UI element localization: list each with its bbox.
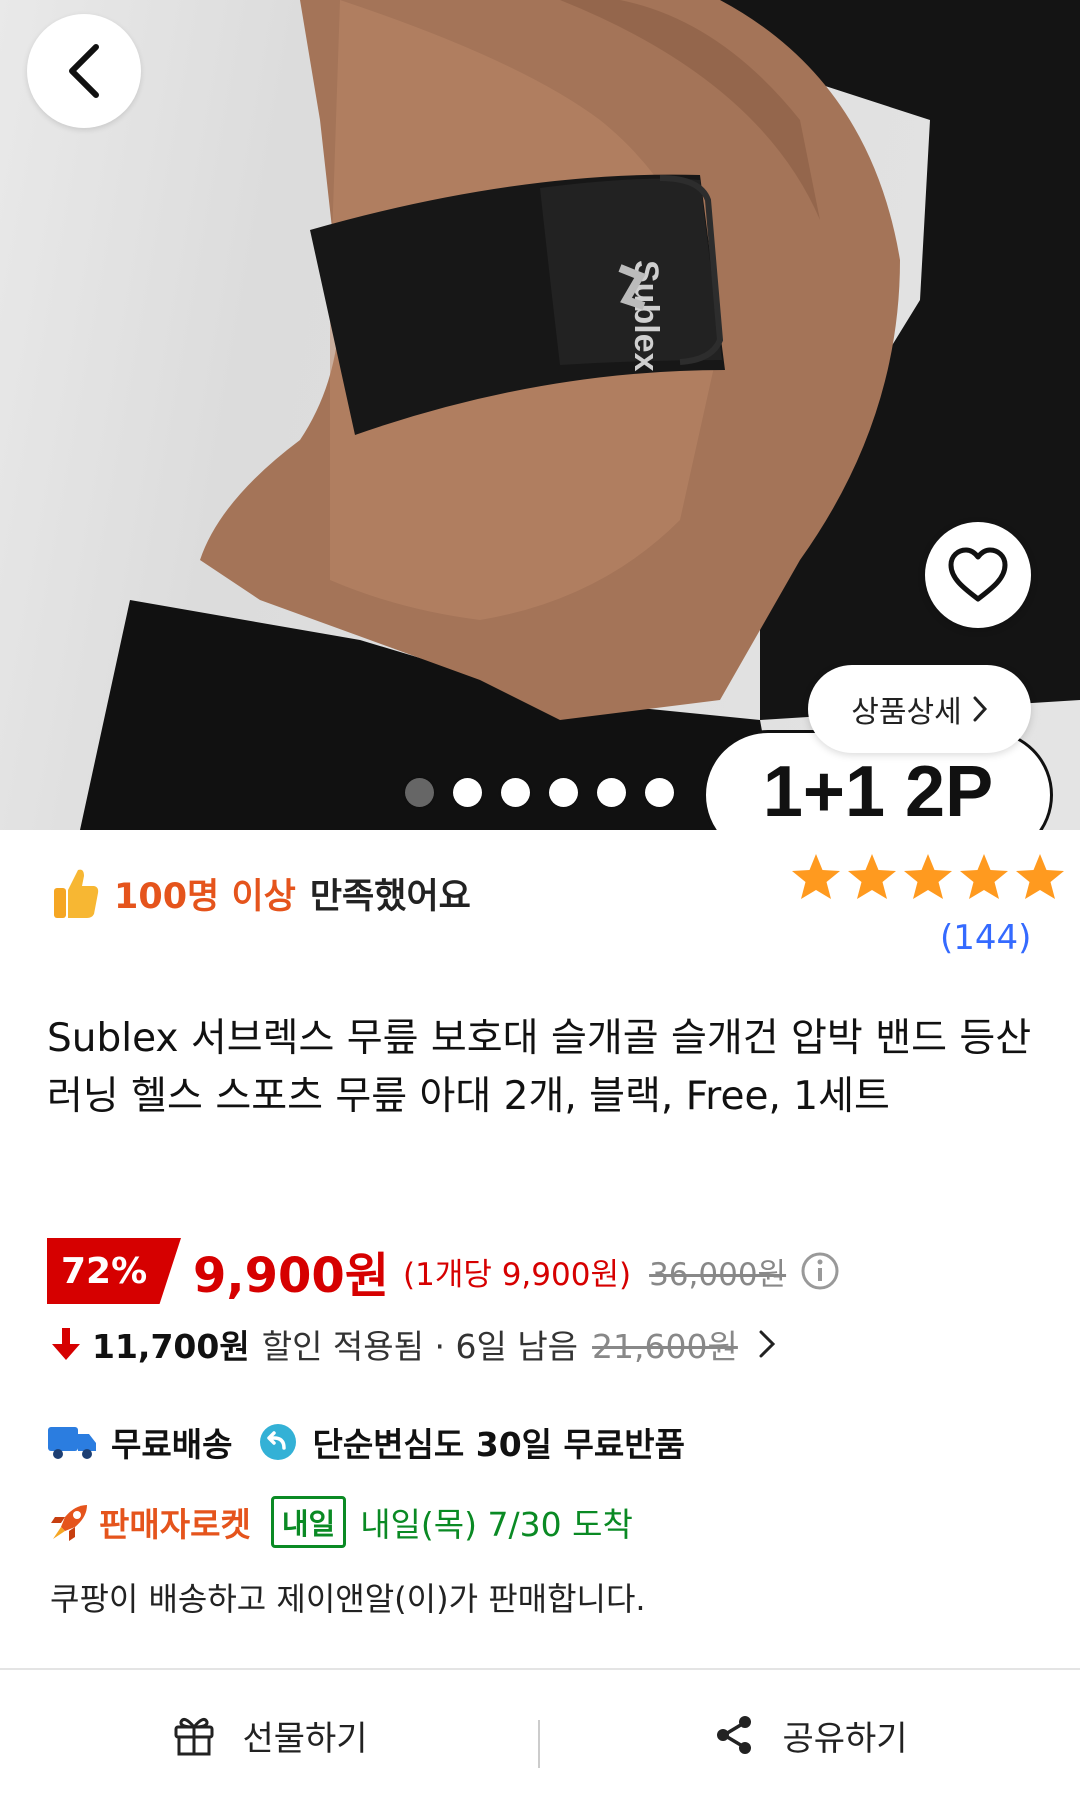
tomorrow-badge: 내일 bbox=[270, 1496, 347, 1548]
free-return-label: 단순변심도 30일 무료반품 bbox=[312, 1425, 685, 1464]
gift-button[interactable]: 선물하기 bbox=[0, 1670, 540, 1800]
carousel-dot[interactable] bbox=[405, 778, 434, 807]
discount-rate: 72% bbox=[61, 1250, 148, 1292]
share-icon bbox=[717, 1716, 752, 1754]
product-image-carousel[interactable]: Sublex 1+1 2P 상품상세 bbox=[0, 0, 1080, 830]
satisfaction-row: 100명 이상 만족했어요 bbox=[52, 866, 471, 920]
seller-rocket-label: 판매자로켓 bbox=[99, 1505, 251, 1544]
coupon-status-text: 할인 적용됨 · 6일 남음 bbox=[261, 1327, 579, 1366]
seller-info: 쿠팡이 배송하고 제이앤알(이)가 판매합니다. bbox=[50, 1580, 646, 1618]
share-label: 공유하기 bbox=[782, 1718, 908, 1759]
heart-icon bbox=[948, 547, 1008, 602]
bottom-separator bbox=[538, 1720, 540, 1768]
star-icon bbox=[848, 854, 896, 899]
rocket-delivery-row: 판매자로켓 내일 내일(목) 7/30 도착 bbox=[47, 1496, 633, 1548]
wishlist-button[interactable] bbox=[925, 522, 1031, 628]
info-icon[interactable] bbox=[800, 1251, 840, 1291]
unit-price: (1개당 9,900원) bbox=[403, 1256, 632, 1293]
free-shipping-label: 무료배송 bbox=[111, 1425, 233, 1464]
thumbs-up-icon bbox=[54, 869, 99, 918]
sale-price: 9,900원 bbox=[193, 1248, 389, 1304]
discount-badge: 72% bbox=[47, 1238, 181, 1304]
return-icon bbox=[260, 1424, 297, 1460]
satisfaction-suffix: 만족했어요 bbox=[309, 876, 471, 917]
star-rating[interactable] bbox=[790, 852, 1066, 902]
coupon-previous-price: 21,600원 bbox=[592, 1327, 738, 1366]
star-icon bbox=[904, 854, 952, 899]
coupon-row[interactable]: 11,700원 할인 적용됨 · 6일 남음 21,600원 bbox=[50, 1320, 776, 1368]
product-detail-button[interactable]: 상품상세 bbox=[808, 665, 1031, 753]
product-title: Sublex 서브렉스 무릎 보호대 슬개골 슬개건 압박 밴드 등산 러닝 헬… bbox=[47, 1016, 1032, 1119]
carousel-dot[interactable] bbox=[645, 778, 674, 807]
original-price: 36,000원 bbox=[649, 1256, 787, 1293]
satisfaction-highlight: 100명 이상 bbox=[114, 876, 296, 917]
delivery-truck-icon bbox=[48, 1427, 96, 1459]
carousel-dot[interactable] bbox=[549, 778, 578, 807]
carousel-dot[interactable] bbox=[501, 778, 530, 807]
star-icon bbox=[960, 854, 1008, 899]
star-icon bbox=[792, 854, 840, 899]
gift-icon bbox=[174, 1717, 214, 1756]
arrow-down-icon bbox=[52, 1328, 80, 1360]
product-detail-label: 상품상세 bbox=[851, 695, 962, 730]
coupon-discount-amount: 11,700원 bbox=[92, 1327, 250, 1366]
gift-label: 선물하기 bbox=[242, 1718, 368, 1759]
carousel-indicator bbox=[405, 778, 674, 807]
review-count-link[interactable]: (144) bbox=[940, 918, 1031, 958]
shipping-row: 무료배송 단순변심도 30일 무료반품 bbox=[47, 1418, 685, 1466]
star-icon bbox=[1016, 854, 1064, 899]
promo-badge-text: 1+1 2P bbox=[762, 752, 994, 830]
back-button[interactable] bbox=[27, 14, 141, 128]
carousel-dot[interactable] bbox=[597, 778, 626, 807]
arrival-date: 내일(목) 7/30 도착 bbox=[360, 1505, 633, 1544]
chevron-left-icon bbox=[69, 44, 99, 98]
price-row: 72% 9,900원 (1개당 9,900원) 36,000원 bbox=[47, 1236, 840, 1306]
share-button[interactable]: 공유하기 bbox=[540, 1670, 1080, 1800]
bottom-action-bar: 선물하기 공유하기 bbox=[0, 1670, 1080, 1800]
rocket-icon bbox=[51, 1505, 87, 1541]
chevron-right-icon bbox=[973, 696, 987, 722]
carousel-dot[interactable] bbox=[453, 778, 482, 807]
chevron-right-icon bbox=[759, 1330, 775, 1358]
